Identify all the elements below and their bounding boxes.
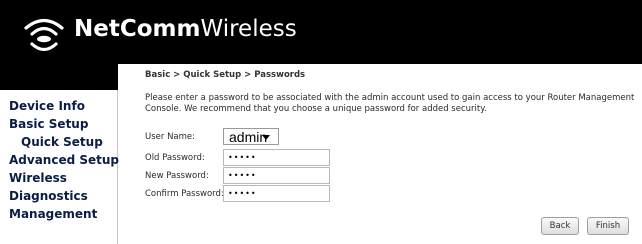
sidebar-item-diagnostics[interactable]: Diagnostics — [9, 189, 88, 203]
back-button[interactable]: Back — [541, 217, 579, 235]
sidebar-header-band — [0, 60, 118, 90]
new-password-value: ••••• — [228, 171, 257, 180]
sidebar-item-device-info[interactable]: Device Info — [9, 99, 85, 113]
old-password-field[interactable]: ••••• — [223, 149, 330, 166]
sidebar-item-management[interactable]: Management — [9, 207, 97, 221]
breadcrumb: Basic > Quick Setup > Passwords — [145, 70, 306, 80]
sidebar-item-quick-setup[interactable]: Quick Setup — [21, 135, 103, 149]
content-top-strip — [118, 60, 642, 64]
sidebar-item-wireless[interactable]: Wireless — [9, 171, 67, 185]
instructions-line-1: Please enter a password to be associated… — [145, 93, 635, 103]
user-name-select[interactable]: admin — [223, 128, 279, 145]
header-bar: NetCommWireless — [0, 0, 642, 60]
instructions-line-2: Console. We recommend that you choose a … — [145, 104, 487, 114]
user-name-label: User Name: — [145, 132, 196, 142]
old-password-value: ••••• — [228, 153, 257, 162]
confirm-password-label: Confirm Password: — [145, 189, 224, 199]
wifi-logo-icon — [24, 18, 64, 52]
confirm-password-field[interactable]: ••••• — [223, 185, 330, 202]
old-password-label: Old Password: — [145, 153, 205, 163]
sidebar-item-advanced-setup[interactable]: Advanced Setup — [9, 153, 119, 167]
finish-button[interactable]: Finish — [587, 217, 629, 235]
brand-name-bold: NetComm — [74, 16, 201, 42]
confirm-password-value: ••••• — [228, 189, 257, 198]
brand-logo-text: NetCommWireless — [74, 12, 297, 46]
new-password-field[interactable]: ••••• — [223, 167, 330, 184]
new-password-label: New Password: — [145, 171, 209, 181]
sidebar-item-basic-setup[interactable]: Basic Setup — [9, 117, 88, 131]
chevron-down-icon — [262, 135, 270, 140]
brand-name-light: Wireless — [200, 16, 297, 42]
sidebar-nav: Device Info Basic Setup Quick Setup Adva… — [0, 90, 119, 244]
